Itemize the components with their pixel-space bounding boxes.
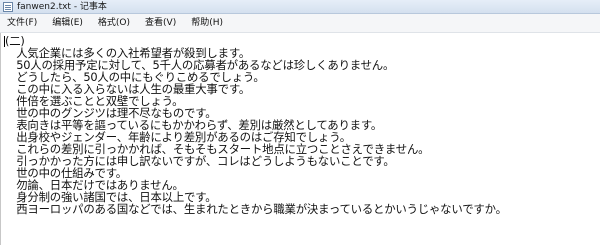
menu-edit[interactable]: 编辑(E) [45, 14, 91, 33]
menu-format[interactable]: 格式(O) [91, 14, 138, 33]
notepad-icon [3, 1, 13, 12]
menu-help[interactable]: 帮助(H) [184, 14, 231, 33]
menu-view[interactable]: 查看(V) [138, 14, 184, 33]
text-editor-area[interactable]: (二) 人気企業には多くの入社希望者が殺到します。 50人の採用予定に対して、5… [0, 33, 600, 245]
text-line: 西ヨーロッパのある国などでは、生まれたときから職業が決まっているとかいうじゃない… [5, 202, 507, 216]
menu-bar: 文件(F) 编辑(E) 格式(O) 查看(V) 帮助(H) [0, 14, 600, 33]
menu-file[interactable]: 文件(F) [0, 14, 45, 33]
title-bar: fanwen2.txt - 记事本 [0, 0, 600, 14]
window-title: fanwen2.txt - 记事本 [17, 1, 107, 12]
